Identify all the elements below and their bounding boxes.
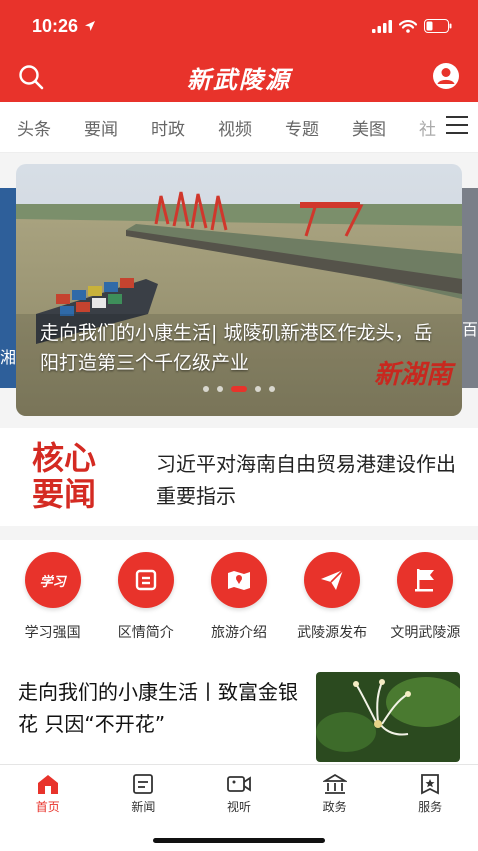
- tab-she[interactable]: 社: [419, 115, 441, 140]
- status-time: 10:26: [32, 15, 79, 36]
- carousel-next-peek[interactable]: 百: [462, 188, 478, 388]
- service-district-intro[interactable]: 区情简介: [101, 552, 191, 658]
- document-icon: [117, 552, 174, 608]
- service-shortcuts: 学习 学习强国 区情简介 旅游介绍 武陵源发布 文明武陵源: [0, 540, 478, 658]
- map-icon: [210, 552, 267, 608]
- core-news-banner[interactable]: 核心 要闻 习近平对海南自由贸易港建设作出重要指示: [0, 428, 478, 526]
- menu-icon[interactable]: [446, 116, 468, 136]
- wifi-icon: [399, 19, 417, 33]
- app-header: 10:26 新武陵源: [0, 0, 478, 102]
- xinhunan-watermark: 新湖南: [373, 360, 452, 390]
- carousel-dot[interactable]: [255, 386, 261, 392]
- carousel-dot[interactable]: [203, 386, 209, 392]
- nav-video[interactable]: 视听: [209, 773, 269, 815]
- tab-yaowen[interactable]: 要闻: [84, 115, 118, 140]
- tab-zhuanti[interactable]: 专题: [285, 115, 319, 140]
- status-bar: 10:26: [32, 12, 452, 40]
- core-news-logo: 核心 要闻: [32, 439, 97, 513]
- service-wulingyuan-release[interactable]: 武陵源发布: [287, 552, 377, 658]
- tab-shipin[interactable]: 视频: [218, 115, 252, 140]
- government-icon: [322, 773, 347, 794]
- news-icon: [133, 774, 154, 794]
- core-news-headline[interactable]: 习近平对海南自由贸易港建设作出重要指示: [156, 448, 464, 512]
- carousel-prev-peek[interactable]: 湘: [0, 188, 16, 388]
- bottom-navigation: 首页 新闻 视听 政务 服务: [0, 764, 478, 851]
- banner-carousel[interactable]: 湘 走向我们的小康生活| 城陵矶新港区作龙头，岳阳打造第三个千亿级产业 新湖南 …: [0, 164, 478, 416]
- tab-meitu[interactable]: 美图: [352, 115, 386, 140]
- user-profile-icon[interactable]: [432, 62, 460, 90]
- paper-plane-icon: [304, 552, 361, 608]
- nav-service[interactable]: 服务: [400, 773, 460, 815]
- cellular-signal-icon: [372, 19, 392, 33]
- battery-icon: [424, 19, 452, 33]
- nav-home[interactable]: 首页: [18, 773, 78, 815]
- news-list-item[interactable]: 走向我们的小康生活丨致富金银花 只因“不开花”: [0, 658, 478, 764]
- service-civilized-wulingyuan[interactable]: 文明武陵源: [380, 552, 470, 658]
- flag-icon: [397, 552, 454, 608]
- carousel-dot[interactable]: [269, 386, 275, 392]
- video-icon: [227, 776, 251, 792]
- tab-shizheng[interactable]: 时政: [151, 115, 185, 140]
- nav-government[interactable]: 政务: [305, 773, 365, 815]
- service-icon: [421, 774, 440, 795]
- carousel-dot[interactable]: [217, 386, 223, 392]
- news-item-thumbnail[interactable]: [316, 672, 460, 762]
- carousel-dot-active[interactable]: [231, 386, 247, 392]
- xuexi-icon: 学习: [24, 552, 81, 608]
- search-icon[interactable]: [18, 64, 44, 90]
- home-icon: [37, 775, 58, 794]
- location-arrow-icon: [85, 21, 96, 31]
- carousel-slide[interactable]: 走向我们的小康生活| 城陵矶新港区作龙头，岳阳打造第三个千亿级产业 新湖南: [16, 164, 462, 416]
- home-indicator: [153, 838, 325, 843]
- service-xuexi[interactable]: 学习 学习强国: [8, 552, 98, 658]
- tab-toutiao[interactable]: 头条: [17, 115, 51, 140]
- nav-news[interactable]: 新闻: [113, 773, 173, 815]
- carousel-indicator: [203, 386, 275, 392]
- news-item-title[interactable]: 走向我们的小康生活丨致富金银花 只因“不开花”: [18, 676, 298, 740]
- category-tabs: 头条 要闻 时政 视频 专题 美图 社: [0, 102, 478, 153]
- app-logo: 新武陵源: [187, 65, 291, 94]
- service-tourism[interactable]: 旅游介绍: [194, 552, 284, 658]
